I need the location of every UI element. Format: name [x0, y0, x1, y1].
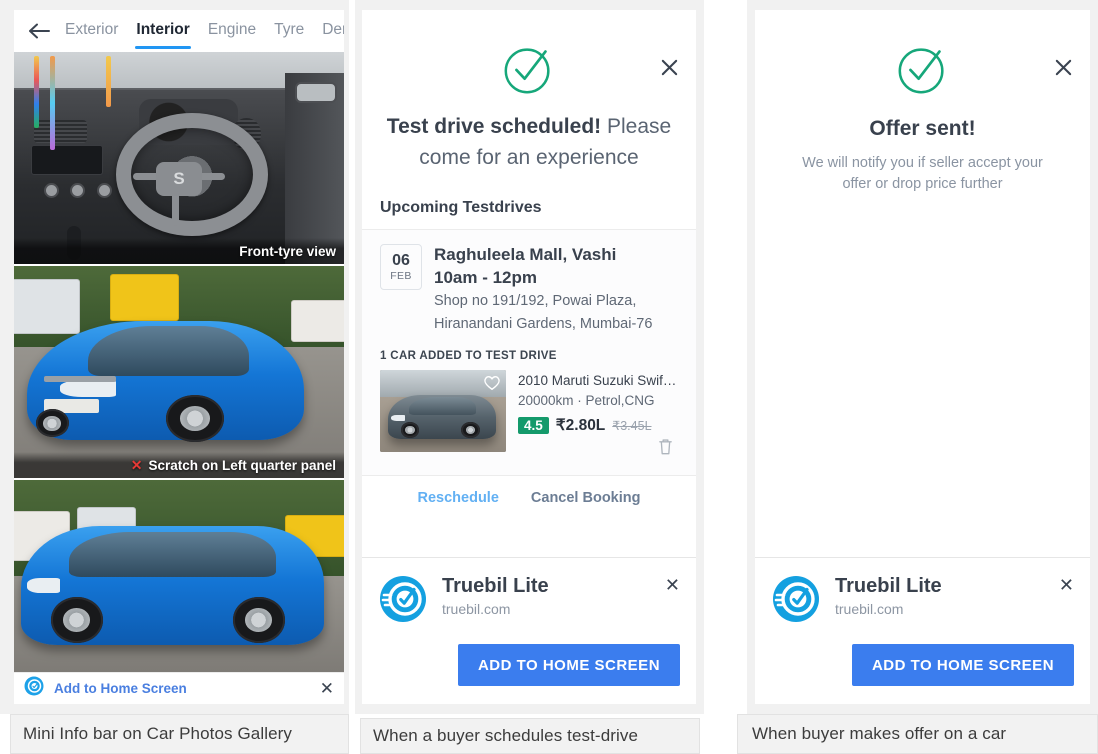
app-title: Truebil Lite — [442, 575, 549, 597]
check-circle-icon — [898, 48, 944, 94]
install-banner: Truebil Lite truebil.com ✕ ADD TO HOME S… — [755, 557, 1090, 704]
testdrive-headline-bold: Test drive scheduled! — [386, 115, 602, 138]
upcoming-testdrives-title: Upcoming Testdrives — [380, 199, 542, 217]
tab-dents[interactable]: Der — [313, 10, 344, 52]
booking-date-box: 06 FEB — [380, 244, 422, 291]
close-icon[interactable] — [656, 54, 682, 80]
booking-row: 06 FEB Raghuleela Mall, Vashi 10am - 12p… — [380, 230, 678, 334]
add-to-home-screen-button[interactable]: ADD TO HOME SCREEN — [852, 644, 1074, 686]
app-domain: truebil.com — [442, 601, 511, 617]
car-details: 2010 Maruti Suzuki Swift XLI... 20000km … — [518, 370, 678, 461]
install-banner-header: Truebil Lite truebil.com ✕ — [378, 574, 680, 624]
car-price: ₹2.80L — [555, 417, 606, 435]
app-title: Truebil Lite — [835, 575, 942, 597]
install-banner-text: Truebil Lite truebil.com — [442, 574, 651, 617]
offer-subline-2: offer or drop price further — [842, 176, 1003, 193]
reschedule-button[interactable]: Reschedule — [418, 490, 499, 506]
booking-place: Raghuleela Mall, Vashi — [434, 245, 617, 265]
booking-day: 06 — [392, 251, 410, 269]
booking-actions: Reschedule Cancel Booking — [362, 476, 696, 522]
install-banner-header: Truebil Lite truebil.com ✕ — [771, 574, 1074, 624]
panel-gallery: Exterior Interior Engine Tyre Der — [0, 0, 349, 714]
back-arrow-icon[interactable] — [24, 19, 56, 43]
car-exterior-image: ✕ Scratch on Left quarter panel — [14, 266, 344, 478]
gallery-photo-interior[interactable]: S Front-tyre view — [14, 52, 344, 264]
offer-headline: Offer sent! — [773, 114, 1072, 145]
car-thumbnail[interactable] — [380, 370, 506, 453]
booking-time: 10am - 12pm — [434, 267, 537, 287]
panel-testdrive: Test drive scheduled! Please come for an… — [355, 0, 704, 714]
install-banner-text: Truebil Lite truebil.com — [835, 574, 1045, 617]
cars-added-label: 1 CAR ADDED TO TEST DRIVE — [380, 350, 557, 363]
screenshot-stage: Exterior Interior Engine Tyre Der — [0, 0, 1098, 754]
booking-address-line2: Hiranandani Gardens, Mumbai-76 — [434, 315, 653, 332]
tab-exterior[interactable]: Exterior — [56, 10, 127, 52]
close-icon[interactable] — [1050, 54, 1076, 80]
booking-month: FEB — [390, 269, 412, 282]
truebil-logo-icon — [378, 574, 428, 624]
testdrive-car-card[interactable]: 2010 Maruti Suzuki Swift XLI... 20000km … — [380, 370, 678, 461]
car-old-price: ₹3.45L — [612, 419, 652, 434]
testdrive-headline: Test drive scheduled! Please come for an… — [380, 112, 678, 173]
booking-info: Raghuleela Mall, Vashi 10am - 12pm Shop … — [434, 244, 652, 334]
app-domain: truebil.com — [835, 601, 904, 617]
offer-sheet: Offer sent! We will notify you if seller… — [755, 40, 1090, 197]
photo-caption-text: Scratch on Left quarter panel — [148, 457, 336, 473]
gallery-photo-side[interactable] — [14, 480, 344, 672]
car-title: 2010 Maruti Suzuki Swift XLI... — [518, 373, 678, 389]
defect-marker-icon: ✕ — [130, 456, 143, 473]
trash-icon[interactable] — [657, 437, 674, 461]
category-tabbar: Exterior Interior Engine Tyre Der — [14, 10, 344, 52]
booking-block: 06 FEB Raghuleela Mall, Vashi 10am - 12p… — [362, 230, 696, 476]
car-side-image — [14, 480, 344, 672]
testdrive-screen: Test drive scheduled! Please come for an… — [362, 10, 696, 704]
car-specs: 20000km · Petrol,CNG — [518, 392, 655, 408]
tab-engine[interactable]: Engine — [199, 10, 265, 52]
add-to-home-screen-minibar[interactable]: Add to Home Screen ✕ — [14, 672, 344, 704]
tab-interior[interactable]: Interior — [127, 10, 198, 52]
check-circle-icon — [504, 48, 550, 94]
add-to-home-screen-button[interactable]: ADD TO HOME SCREEN — [458, 644, 680, 686]
close-icon[interactable]: ✕ — [665, 576, 680, 594]
install-banner: Truebil Lite truebil.com ✕ ADD TO HOME S… — [362, 557, 696, 704]
photo-caption: ✕ Scratch on Left quarter panel — [14, 452, 344, 478]
caption-panel-1: Mini Info bar on Car Photos Gallery — [10, 714, 349, 754]
truebil-logo-icon — [771, 574, 821, 624]
heart-icon[interactable] — [483, 374, 501, 396]
photo-caption: Front-tyre view — [14, 238, 344, 264]
rating-badge: 4.5 — [518, 417, 549, 435]
booking-address-line1: Shop no 191/192, Powai Plaza, — [434, 293, 637, 310]
car-price-row: 4.5 ₹2.80L ₹3.45L — [518, 416, 678, 435]
add-to-home-screen-label: Add to Home Screen — [54, 681, 187, 696]
panel-offer: Offer sent! We will notify you if seller… — [747, 0, 1098, 714]
tab-tyre[interactable]: Tyre — [265, 10, 313, 52]
caption-panel-2: When a buyer schedules test-drive — [360, 718, 700, 754]
car-interior-image: S Front-tyre view — [14, 52, 344, 264]
caption-panel-3: When buyer makes offer on a car — [737, 714, 1098, 754]
car-actions — [518, 437, 678, 461]
offer-headline-text: Offer sent! — [869, 117, 976, 140]
close-icon[interactable]: ✕ — [1059, 576, 1074, 594]
truebil-logo-icon — [24, 676, 44, 701]
photo-caption-text: Front-tyre view — [239, 243, 336, 259]
gallery-photo-front-quarter[interactable]: ✕ Scratch on Left quarter panel — [14, 266, 344, 478]
cancel-booking-button[interactable]: Cancel Booking — [531, 490, 641, 506]
testdrive-sheet: Test drive scheduled! Please come for an… — [362, 40, 696, 218]
gallery-screen: Exterior Interior Engine Tyre Der — [14, 10, 344, 704]
close-icon[interactable]: ✕ — [320, 679, 334, 699]
offer-subline-1: We will notify you if seller accept your — [802, 154, 1043, 171]
offer-screen: Offer sent! We will notify you if seller… — [755, 10, 1090, 704]
